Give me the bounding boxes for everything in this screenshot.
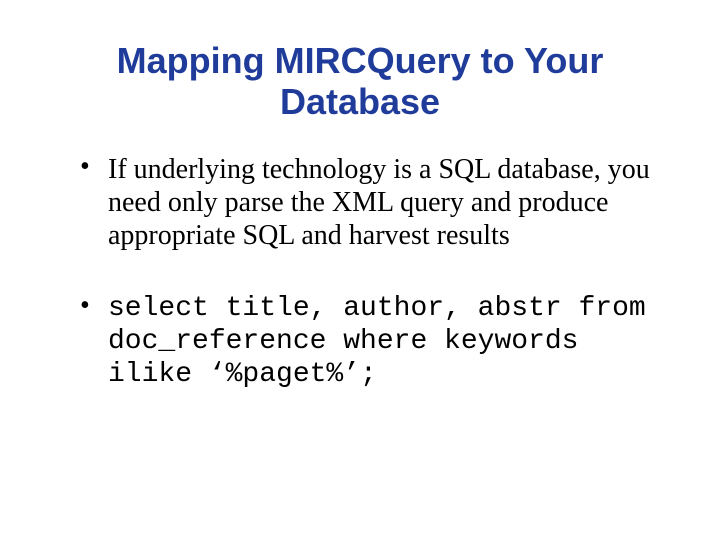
bullet-text: If underlying technology is a SQL databa… xyxy=(108,154,650,251)
slide-title: Mapping MIRCQuery to Your Database xyxy=(70,40,650,123)
slide: Mapping MIRCQuery to Your Database If un… xyxy=(0,0,720,540)
bullet-code: select title, author, abstr from doc_ref… xyxy=(108,293,663,390)
list-item: select title, author, abstr from doc_ref… xyxy=(80,292,660,391)
bullet-list: If underlying technology is a SQL databa… xyxy=(80,153,660,391)
list-item: If underlying technology is a SQL databa… xyxy=(80,153,660,252)
